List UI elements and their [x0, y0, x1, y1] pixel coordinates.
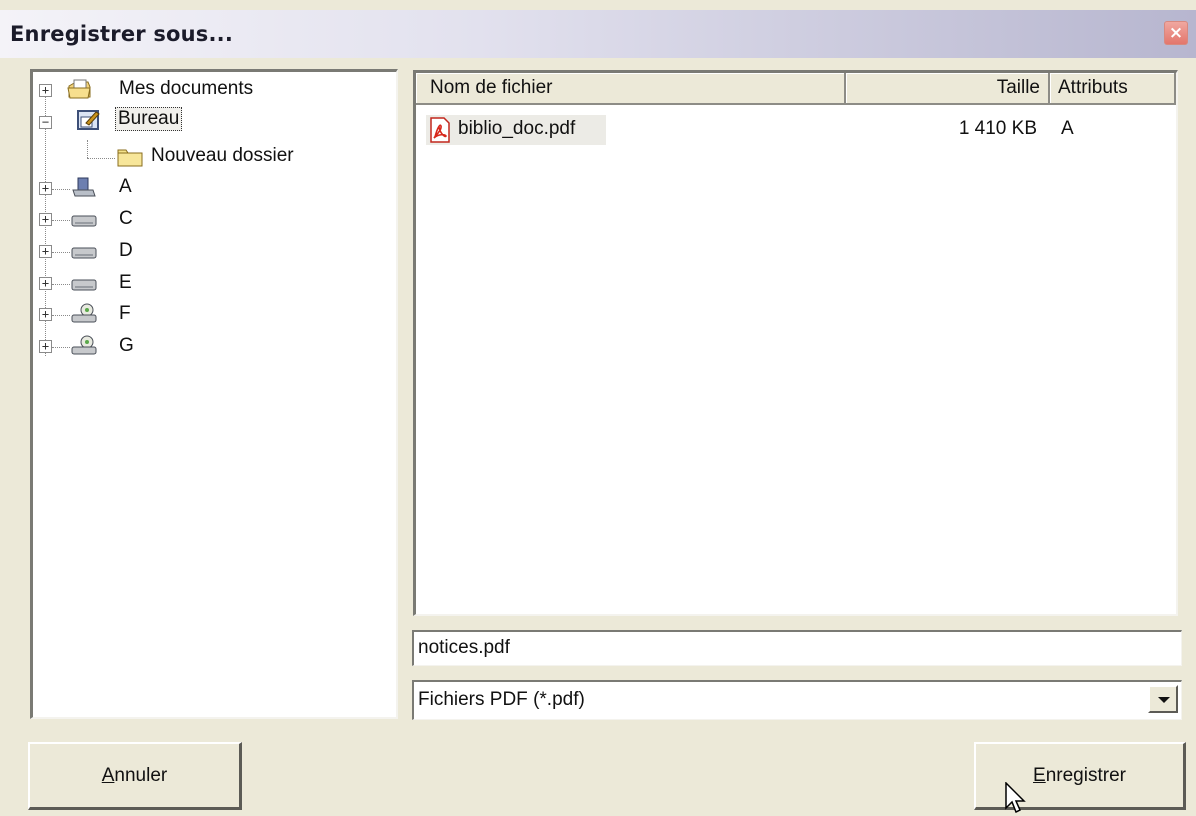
- cd-drive-icon: [71, 335, 97, 355]
- collapse-icon[interactable]: −: [39, 116, 52, 129]
- tree-item-label: E: [119, 272, 132, 293]
- chevron-down-icon: [1158, 697, 1170, 703]
- folder-tree[interactable]: + Mes documents − Bureau Nouveau dossier…: [30, 69, 398, 719]
- cancel-button-label: nnuler: [114, 765, 168, 786]
- hard-drive-icon: [71, 247, 97, 259]
- my-documents-icon: [67, 79, 91, 99]
- tree-connector-line: [52, 252, 70, 253]
- floppy-drive-icon: [72, 177, 96, 197]
- file-name-cell: biblio_doc.pdf: [426, 115, 606, 145]
- file-list[interactable]: Nom de fichier Taille Attributs biblio_d…: [413, 70, 1178, 616]
- cancel-button[interactable]: Annuler: [28, 742, 242, 810]
- column-header-name[interactable]: Nom de fichier: [416, 73, 846, 105]
- file-name: biblio_doc.pdf: [458, 118, 576, 139]
- save-button-label: nregistrer: [1045, 765, 1126, 786]
- tree-item-label: C: [119, 208, 133, 229]
- tree-connector-line: [52, 189, 70, 190]
- mouse-cursor-icon: [1005, 782, 1026, 814]
- tree-connector-line: [87, 158, 115, 159]
- file-attributes: A: [1061, 118, 1074, 139]
- tree-item-label: Nouveau dossier: [151, 145, 294, 166]
- expand-icon[interactable]: +: [39, 245, 52, 258]
- tree-connector-line: [52, 347, 70, 348]
- folder-icon: [117, 149, 143, 167]
- file-row[interactable]: biblio_doc.pdf 1 410 KB A: [416, 113, 1176, 145]
- hard-drive-icon: [71, 215, 97, 227]
- save-button-mnemonic: E: [1033, 765, 1046, 786]
- desktop-icon: [77, 110, 100, 130]
- hard-drive-icon: [71, 279, 97, 291]
- tree-connector-line: [52, 284, 70, 285]
- column-header-attributes[interactable]: Attributs: [1050, 73, 1176, 105]
- expand-icon[interactable]: +: [39, 277, 52, 290]
- cd-drive-icon: [71, 303, 97, 323]
- dropdown-button[interactable]: [1148, 685, 1178, 713]
- tree-connector-line: [52, 220, 70, 221]
- tree-item-label: D: [119, 240, 133, 261]
- expand-icon[interactable]: +: [39, 308, 52, 321]
- tree-item-label: G: [119, 335, 134, 356]
- tree-item-label: A: [119, 176, 132, 197]
- filetype-select[interactable]: Fichiers PDF (*.pdf): [412, 680, 1182, 720]
- dialog-title: Enregistrer sous...: [10, 22, 234, 46]
- tree-connector-line: [87, 140, 88, 158]
- expand-icon[interactable]: +: [39, 84, 52, 97]
- expand-icon[interactable]: +: [39, 182, 52, 195]
- tree-connector-line: [52, 315, 70, 316]
- title-bar[interactable]: Enregistrer sous... ×: [0, 10, 1196, 58]
- column-header-size[interactable]: Taille: [846, 73, 1050, 105]
- close-button[interactable]: ×: [1164, 21, 1188, 45]
- filename-input[interactable]: notices.pdf: [412, 630, 1182, 666]
- pdf-file-icon: [430, 117, 450, 143]
- file-size: 1 410 KB: [958, 118, 1037, 139]
- tree-item-label: Mes documents: [119, 78, 254, 99]
- cancel-button-mnemonic: A: [101, 765, 115, 786]
- tree-item-label: F: [119, 303, 131, 324]
- save-as-dialog: Enregistrer sous... × + Mes documents −: [0, 0, 1196, 816]
- tree-item-label: Bureau: [115, 107, 183, 131]
- filetype-select-value: Fichiers PDF (*.pdf): [418, 689, 585, 710]
- expand-icon[interactable]: +: [39, 213, 52, 226]
- expand-icon[interactable]: +: [39, 340, 52, 353]
